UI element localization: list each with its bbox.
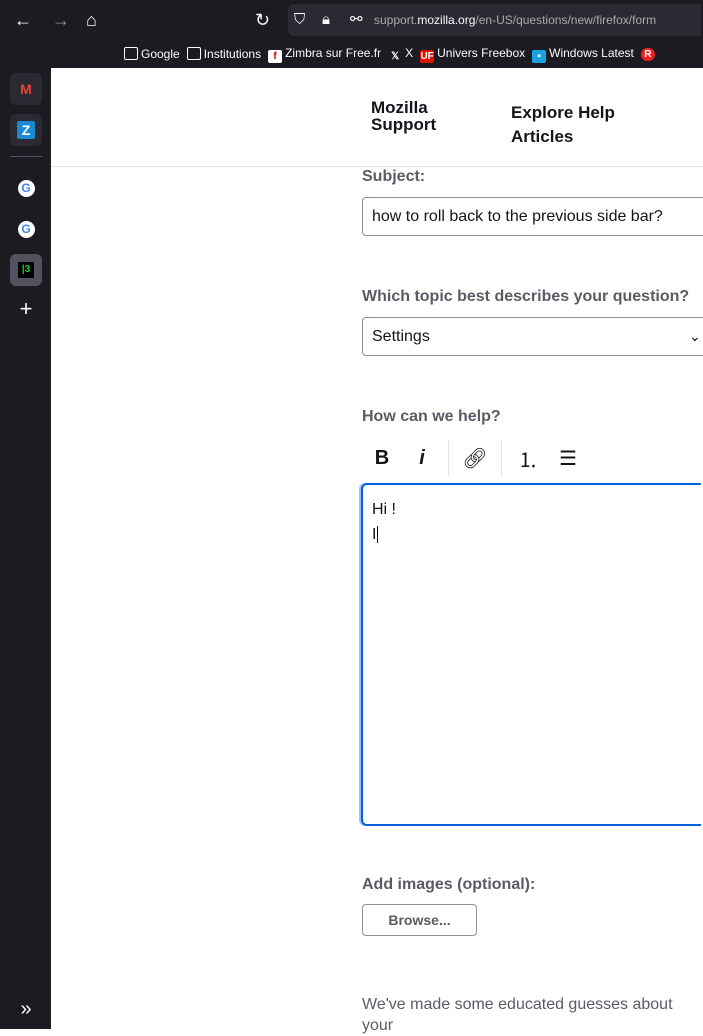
body-line: I bbox=[372, 522, 692, 547]
mozilla-support-logo[interactable]: Mozilla Support bbox=[371, 99, 436, 133]
subject-input[interactable]: how to roll back to the previous side ba… bbox=[362, 197, 703, 236]
nav-bar: ← → ⌂ ↻ ⛉ 🔒︎ ⚯ support.mozilla.org/en-US… bbox=[0, 0, 703, 40]
chevron-down-icon: ⌄ bbox=[689, 328, 701, 344]
lock-icon[interactable]: 🔒︎ bbox=[322, 4, 330, 36]
url-host: support. bbox=[374, 13, 418, 27]
editor-toolbar: B i 🔗︎ ⒈ ☰ bbox=[362, 440, 588, 476]
url-domain: mozilla.org bbox=[417, 13, 476, 27]
x-icon: 𝕏 bbox=[391, 50, 400, 62]
sidebar-divider bbox=[10, 156, 42, 157]
site-header: Mozilla Support Explore Help Articles bbox=[51, 68, 703, 167]
topic-value: Settings bbox=[372, 328, 430, 345]
google-icon[interactable]: G bbox=[10, 213, 42, 245]
explore-help-articles-link[interactable]: Explore Help Articles bbox=[511, 101, 615, 149]
browser-chrome: ← → ⌂ ↻ ⛉ 🔒︎ ⚯ support.mozilla.org/en-US… bbox=[0, 0, 703, 68]
body-line: Hi ! bbox=[372, 501, 396, 518]
expand-icon[interactable]: » bbox=[10, 993, 42, 1025]
permissions-icon[interactable]: ⚯ bbox=[350, 4, 363, 36]
bookmark-label: Univers Freebox bbox=[437, 45, 526, 60]
italic-button[interactable]: i bbox=[402, 447, 442, 470]
google-icon[interactable]: G bbox=[10, 172, 42, 204]
bookmark-label: X bbox=[405, 45, 414, 60]
bookmark-google[interactable]: Google bbox=[124, 47, 180, 61]
footer-text: We've made some educated guesses about y… bbox=[362, 996, 673, 1034]
bookmark-windows-latest[interactable]: ▪ Windows Latest bbox=[532, 46, 634, 63]
shield-icon[interactable]: ⛉ bbox=[294, 4, 305, 36]
explore-line: Explore Help bbox=[511, 103, 615, 122]
bookmark-label: Google bbox=[141, 47, 180, 61]
text-cursor bbox=[377, 526, 379, 543]
url-bar[interactable]: ⛉ 🔒︎ ⚯ support.mozilla.org/en-US/questio… bbox=[288, 4, 701, 36]
bold-button[interactable]: B bbox=[362, 447, 402, 470]
question-textarea[interactable]: Hi ! I bbox=[361, 483, 701, 826]
windows-latest-icon: ▪ bbox=[532, 49, 547, 63]
subject-label: Subject: bbox=[362, 168, 426, 185]
body-line-text: I bbox=[372, 526, 377, 543]
bookmark-univers-freebox[interactable]: UF Univers Freebox bbox=[420, 46, 525, 63]
bookmark-institutions[interactable]: Institutions bbox=[186, 47, 262, 61]
forward-icon[interactable]: → bbox=[52, 0, 70, 40]
uf-icon: UF bbox=[420, 49, 435, 63]
bookmarks-bar: Google Institutions f Zimbra sur Free.fr … bbox=[124, 40, 658, 68]
link-icon[interactable]: 🔗︎ bbox=[455, 446, 495, 471]
home-icon[interactable]: ⌂ bbox=[86, 0, 97, 40]
bookmark-label: Institutions bbox=[203, 47, 262, 61]
toolbar-divider bbox=[448, 440, 449, 476]
add-icon[interactable]: + bbox=[10, 293, 42, 325]
bookmark-x[interactable]: 𝕏X bbox=[388, 46, 413, 63]
bookmark-label: Windows Latest bbox=[549, 45, 634, 60]
zimbra-icon[interactable]: Z bbox=[10, 114, 42, 146]
logo-line: Mozilla bbox=[371, 98, 428, 117]
zimbra-icon: f bbox=[268, 49, 283, 63]
topic-label: Which topic best describes your question… bbox=[362, 288, 690, 305]
numbered-list-icon[interactable]: ⒈ bbox=[508, 444, 548, 473]
page-content: Mozilla Support Explore Help Articles Subj… bbox=[51, 68, 703, 1034]
logo-line: Support bbox=[371, 115, 437, 134]
reload-icon[interactable]: ↻ bbox=[255, 0, 270, 40]
help-label: How can we help? bbox=[362, 408, 501, 425]
bookmark-zimbra[interactable]: f Zimbra sur Free.fr bbox=[268, 46, 381, 63]
bookmark-r-icon[interactable]: R bbox=[640, 47, 655, 61]
topic-select[interactable]: Settings ⌄ bbox=[362, 317, 703, 356]
gmail-icon[interactable]: M bbox=[10, 73, 42, 105]
explore-line: Articles bbox=[511, 127, 574, 146]
browser-sidebar: M Z G G |3 + » bbox=[0, 68, 51, 1029]
browse-button[interactable]: Browse... bbox=[362, 904, 477, 936]
url-path: /en-US/questions/new/firefox/form bbox=[475, 13, 657, 27]
terminal-icon[interactable]: |3 bbox=[10, 254, 42, 286]
folder-icon bbox=[186, 47, 201, 60]
bookmark-label: Zimbra sur Free.fr bbox=[285, 45, 382, 60]
bulleted-list-icon[interactable]: ☰ bbox=[548, 446, 588, 471]
back-icon[interactable]: ← bbox=[14, 0, 32, 40]
add-images-label: Add images (optional): bbox=[362, 876, 536, 893]
folder-icon bbox=[124, 47, 138, 60]
toolbar-divider bbox=[501, 440, 502, 476]
